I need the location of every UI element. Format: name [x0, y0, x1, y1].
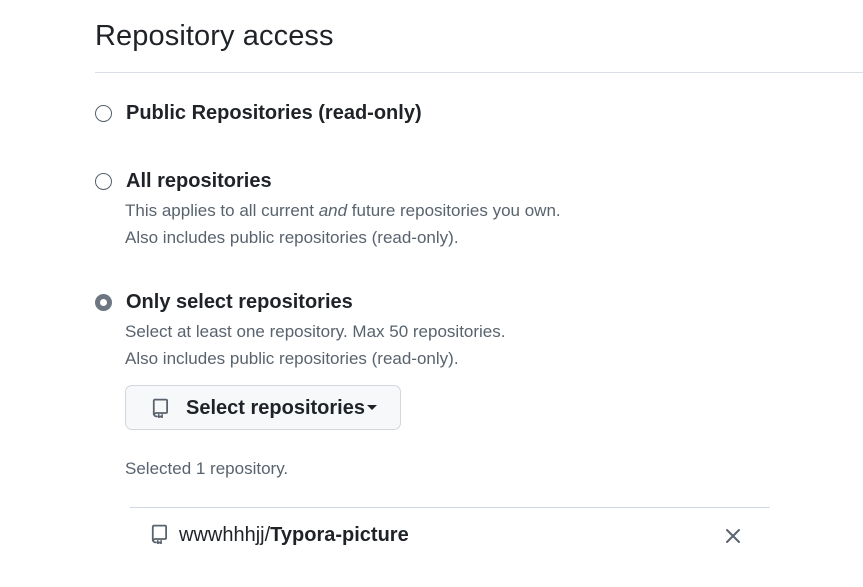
option-description-secondary: Also includes public repositories (read-… — [125, 349, 459, 368]
selected-repository-row: wwwhhhjj/Typora-picture — [130, 508, 770, 568]
description-text: This applies to all current — [125, 201, 319, 220]
close-icon[interactable] — [724, 527, 742, 545]
repository-owner: wwwhhhjj/ — [179, 524, 271, 546]
description-emphasis: and — [318, 201, 348, 220]
title-divider — [95, 72, 863, 73]
select-repositories-button[interactable]: Select repositories — [125, 385, 401, 430]
radio-all-repositories[interactable] — [95, 173, 112, 190]
radio-public-repositories[interactable] — [95, 105, 112, 122]
option-description: Select at least one repository. Max 50 r… — [125, 322, 506, 341]
radio-only-select-repositories[interactable] — [95, 294, 112, 311]
section-title: Repository access — [95, 20, 334, 52]
select-repositories-label: Select repositories — [186, 397, 365, 419]
option-description-secondary: Also includes public repositories (read-… — [125, 228, 459, 247]
option-description: This applies to all current and future r… — [125, 201, 561, 221]
description-text: future repositories you own. — [347, 201, 561, 220]
chevron-down-icon — [367, 405, 377, 410]
option-label[interactable]: All repositories — [126, 170, 272, 193]
selected-count: Selected 1 repository. — [125, 459, 289, 478]
repository-title: Typora-picture — [270, 524, 409, 546]
repo-icon — [151, 524, 169, 549]
option-label[interactable]: Public Repositories (read-only) — [126, 102, 422, 125]
repository-name: wwwhhhjj/Typora-picture — [179, 524, 409, 547]
option-label[interactable]: Only select repositories — [126, 291, 353, 314]
repo-icon — [152, 398, 170, 423]
